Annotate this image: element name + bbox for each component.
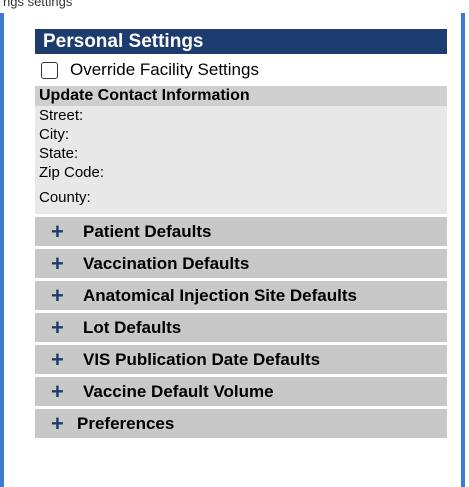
section-lot-defaults[interactable]: + Lot Defaults bbox=[35, 313, 447, 342]
section-label: Vaccination Defaults bbox=[83, 254, 250, 273]
contact-section: Update Contact Information Street: City:… bbox=[35, 86, 447, 214]
section-label: Preferences bbox=[77, 414, 175, 433]
contact-section-title: Update Contact Information bbox=[35, 86, 447, 106]
section-label: Patient Defaults bbox=[83, 222, 212, 241]
street-field: Street: bbox=[39, 107, 84, 124]
plus-icon: + bbox=[51, 315, 64, 340]
section-anatomical-injection-site-defaults[interactable]: + Anatomical Injection Site Defaults bbox=[35, 281, 447, 310]
county-field: County: bbox=[39, 189, 91, 206]
plus-icon: + bbox=[51, 347, 64, 372]
section-vaccine-default-volume[interactable]: + Vaccine Default Volume bbox=[35, 377, 447, 406]
section-vis-publication-date-defaults[interactable]: + VIS Publication Date Defaults bbox=[35, 345, 447, 374]
zip-code-field: Zip Code: bbox=[39, 164, 105, 181]
override-checkbox[interactable] bbox=[41, 61, 58, 79]
personal-settings-panel: Personal Settings Override Facility Sett… bbox=[35, 29, 447, 438]
top-caption: ngs settings bbox=[3, 0, 73, 9]
plus-icon: + bbox=[51, 219, 64, 244]
plus-icon: + bbox=[51, 283, 64, 308]
plus-icon: + bbox=[51, 251, 64, 276]
section-preferences[interactable]: + Preferences bbox=[35, 409, 447, 438]
city-field: City: bbox=[39, 126, 69, 143]
state-field: State: bbox=[39, 145, 79, 162]
plus-icon: + bbox=[51, 379, 64, 404]
section-label: Lot Defaults bbox=[83, 318, 182, 337]
section-vaccination-defaults[interactable]: + Vaccination Defaults bbox=[35, 249, 447, 278]
override-label: Override Facility Settings bbox=[70, 60, 259, 79]
section-label: VIS Publication Date Defaults bbox=[83, 350, 321, 369]
settings-frame: Personal Settings Override Facility Sett… bbox=[0, 13, 465, 487]
section-patient-defaults[interactable]: + Patient Defaults bbox=[35, 217, 447, 246]
section-label: Vaccine Default Volume bbox=[83, 382, 274, 401]
plus-icon: + bbox=[51, 411, 64, 436]
panel-title: Personal Settings bbox=[35, 29, 447, 54]
section-label: Anatomical Injection Site Defaults bbox=[83, 286, 357, 305]
override-row[interactable]: Override Facility Settings bbox=[35, 54, 447, 86]
